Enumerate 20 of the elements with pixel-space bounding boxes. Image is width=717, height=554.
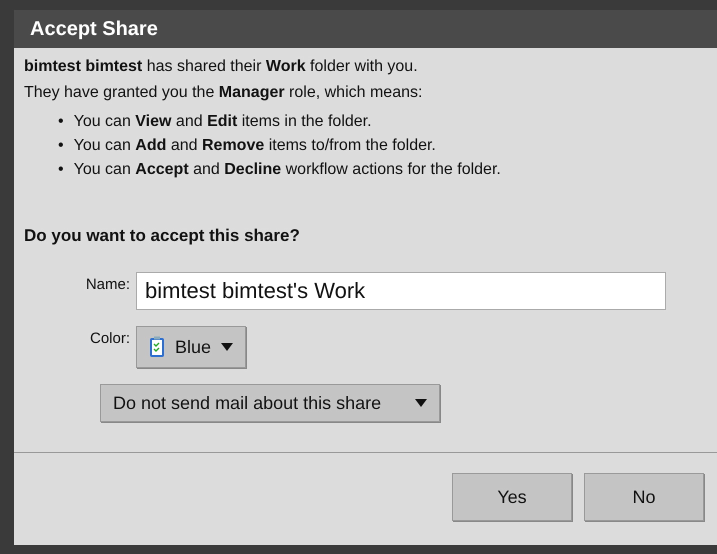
bullet: • [58,112,64,132]
role-text: They have granted you the Manager role, which means: [24,84,424,102]
caret-icon [221,343,234,351]
intro-text: bimtest bimtest has shared their Work folder with you. [24,58,419,76]
no-button[interactable]: No [584,473,704,521]
dialog-title: Accept Share [14,10,717,48]
permission-item: You can Accept and Decline workflow actions for the folder. [74,160,501,180]
color-dropdown[interactable]: Blue [136,326,246,368]
name-field[interactable]: bimtest bimtest's Work [136,272,666,310]
question-text: Do you want to accept this share? [24,226,301,246]
caret-icon [415,399,428,407]
permission-item: You can View and Edit items in the folder. [74,112,372,132]
bullet: • [58,160,64,180]
bullet: • [58,136,64,156]
name-label: Name: [84,275,130,293]
color-label: Color: [88,329,130,347]
permission-item: You can Add and Remove items to/from the folder. [74,136,436,156]
yes-button[interactable]: Yes [452,473,572,521]
clipboard-icon [149,336,165,358]
mail-dropdown[interactable]: Do not send mail about this share [100,384,440,422]
